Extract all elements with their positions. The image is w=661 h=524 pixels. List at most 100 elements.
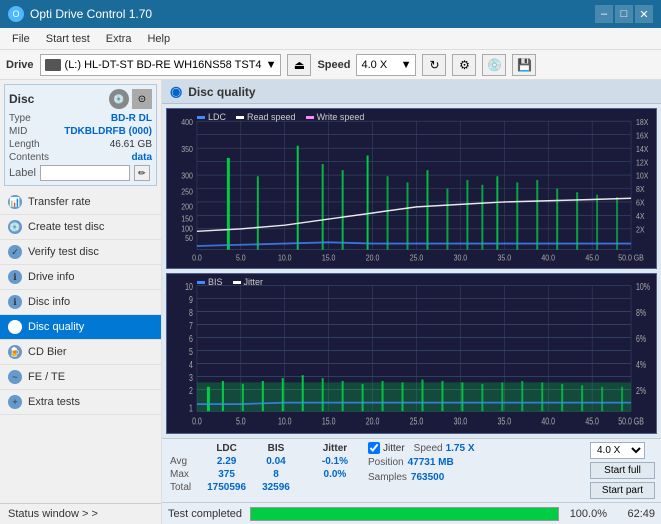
svg-text:16X: 16X — [636, 131, 649, 141]
avg-bis: 0.04 — [254, 455, 298, 468]
svg-text:18X: 18X — [636, 117, 649, 127]
nav-disc-info[interactable]: ℹ Disc info — [0, 290, 161, 315]
minimize-button[interactable]: – — [595, 5, 613, 23]
disc-contents-label: Contents — [9, 152, 49, 163]
disc-length-label: Length — [9, 139, 40, 150]
nav-verify-test-disc[interactable]: ✓ Verify test disc — [0, 240, 161, 265]
nav-transfer-rate[interactable]: 📊 Transfer rate — [0, 190, 161, 215]
cd-bier-icon: 🍺 — [8, 345, 22, 359]
svg-text:5: 5 — [189, 346, 193, 358]
maximize-button[interactable]: □ — [615, 5, 633, 23]
max-ldc: 375 — [199, 468, 254, 481]
total-ldc: 1750596 — [199, 481, 254, 494]
nav-drive-info[interactable]: ℹ Drive info — [0, 265, 161, 290]
chart1-legend: LDC Read speed Write speed — [197, 112, 364, 122]
drive-label: Drive — [6, 59, 34, 71]
jitter-checkbox[interactable] — [368, 442, 380, 454]
stats-table: LDC BIS Jitter Avg 2.29 0.04 -0.1% Max — [168, 442, 356, 494]
status-window-label: Status window > > — [8, 508, 98, 520]
speed-select[interactable]: 4.0 X ▼ — [356, 54, 416, 76]
label-edit-button[interactable]: ✏ — [134, 165, 150, 181]
total-bis: 32596 — [254, 481, 298, 494]
chart2-legend: BIS Jitter — [197, 277, 263, 287]
disc-contents-value: data — [131, 152, 152, 163]
position-value: 47731 MB — [408, 457, 454, 468]
disc-type-label: Type — [9, 113, 31, 124]
stats-area: LDC BIS Jitter Avg 2.29 0.04 -0.1% Max — [162, 438, 661, 502]
legend-bis: BIS — [208, 277, 223, 287]
disc-quality-header: ◉ Disc quality — [162, 80, 661, 104]
row-total-label: Total — [168, 481, 199, 494]
svg-text:30.0: 30.0 — [454, 415, 468, 427]
max-bis: 8 — [254, 468, 298, 481]
speed-label: Speed — [317, 59, 350, 71]
disc-label-input[interactable] — [40, 165, 130, 181]
verify-test-disc-icon: ✓ — [8, 245, 22, 259]
col-bis: BIS — [254, 442, 298, 455]
charts-area: LDC Read speed Write speed — [162, 104, 661, 438]
extra-tests-icon: + — [8, 395, 22, 409]
avg-jitter: -0.1% — [314, 455, 356, 468]
legend-write: Write speed — [317, 112, 365, 122]
menu-extra[interactable]: Extra — [98, 31, 140, 47]
disc-section: Disc 💿 ⊙ Type BD-R DL MID TDKBLDRFB (000… — [4, 84, 157, 186]
disc-button[interactable]: 💿 — [482, 54, 506, 76]
menu-start-test[interactable]: Start test — [38, 31, 98, 47]
nav-fe-te[interactable]: ~ FE / TE — [0, 365, 161, 390]
start-full-button[interactable]: Start full — [590, 462, 655, 479]
drive-value: (L:) HL-DT-ST BD-RE WH16NS58 TST4 — [65, 59, 262, 71]
max-jitter: 0.0% — [314, 468, 356, 481]
progress-bar-area: Test completed 100.0% 62:49 — [162, 502, 661, 524]
action-buttons: 4.0 X 2.0 X 1.0 X Start full Start part — [590, 442, 655, 499]
drive-info-icon: ℹ — [8, 270, 22, 284]
svg-text:45.0: 45.0 — [585, 253, 599, 263]
nav-extra-tests[interactable]: + Extra tests — [0, 390, 161, 415]
settings-button[interactable]: ⚙ — [452, 54, 476, 76]
svg-text:30.0: 30.0 — [454, 253, 468, 263]
row-avg-label: Avg — [168, 455, 199, 468]
start-part-button[interactable]: Start part — [590, 482, 655, 499]
nav-cd-bier[interactable]: 🍺 CD Bier — [0, 340, 161, 365]
menu-help[interactable]: Help — [139, 31, 178, 47]
disc-mid-label: MID — [9, 126, 27, 137]
legend-jitter: Jitter — [244, 277, 264, 287]
speed-value: 1.75 X — [446, 443, 475, 454]
svg-text:40.0: 40.0 — [541, 415, 555, 427]
drive-select[interactable]: (L:) HL-DT-ST BD-RE WH16NS58 TST4 ▼ — [40, 54, 282, 76]
status-window[interactable]: Status window > > — [0, 503, 161, 524]
close-button[interactable]: ✕ — [635, 5, 653, 23]
nav-drive-info-label: Drive info — [28, 271, 74, 283]
status-text: Test completed — [168, 508, 242, 520]
jitter-label: Jitter — [383, 443, 405, 454]
samples-label: Samples — [368, 472, 407, 483]
col-ldc: LDC — [199, 442, 254, 455]
col-jitter: Jitter — [314, 442, 356, 455]
disc-type-value: BD-R DL — [111, 113, 152, 124]
svg-text:10%: 10% — [636, 281, 650, 293]
disc-label-label: Label — [9, 167, 36, 179]
bis-chart: BIS Jitter — [166, 273, 657, 434]
svg-text:8X: 8X — [636, 184, 645, 194]
svg-text:4: 4 — [189, 359, 193, 371]
nav-disc-info-label: Disc info — [28, 296, 70, 308]
nav-disc-quality-label: Disc quality — [28, 321, 84, 333]
eject-button[interactable]: ⏏ — [287, 54, 311, 76]
nav-disc-quality[interactable]: ◉ Disc quality — [0, 315, 161, 340]
avg-ldc: 2.29 — [199, 455, 254, 468]
disc-info-icon: ℹ — [8, 295, 22, 309]
svg-text:20.0: 20.0 — [366, 415, 380, 427]
nav-create-test-disc[interactable]: 💿 Create test disc — [0, 215, 161, 240]
svg-text:25.0: 25.0 — [410, 253, 424, 263]
disc-btn[interactable]: ⊙ — [132, 89, 152, 109]
menu-file[interactable]: File — [4, 31, 38, 47]
create-test-disc-icon: 💿 — [8, 220, 22, 234]
sidebar: Disc 💿 ⊙ Type BD-R DL MID TDKBLDRFB (000… — [0, 80, 162, 524]
svg-text:8: 8 — [189, 307, 193, 319]
svg-text:100: 100 — [181, 224, 193, 234]
speed-select-inline[interactable]: 4.0 X 2.0 X 1.0 X — [590, 442, 645, 459]
svg-text:0.0: 0.0 — [192, 415, 202, 427]
refresh-button[interactable]: ↻ — [422, 54, 446, 76]
samples-value: 763500 — [411, 472, 444, 483]
menu-bar: File Start test Extra Help — [0, 28, 661, 50]
save-button[interactable]: 💾 — [512, 54, 536, 76]
